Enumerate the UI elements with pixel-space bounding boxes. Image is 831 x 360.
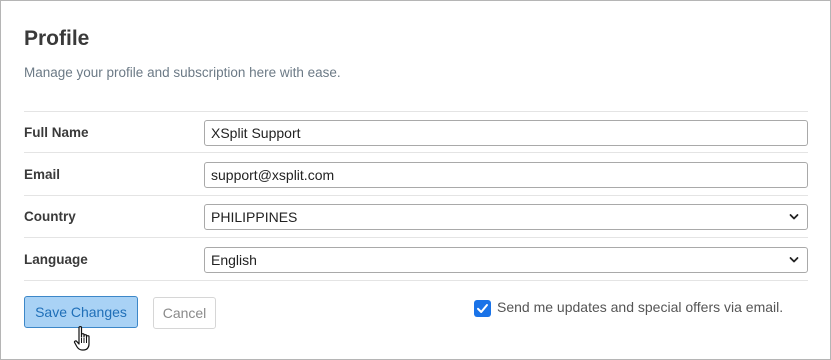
chevron-down-icon xyxy=(789,214,799,220)
page-subtitle: Manage your profile and subscription her… xyxy=(24,65,341,80)
language-select-value: English xyxy=(211,252,257,268)
language-label: Language xyxy=(24,252,88,267)
cancel-button[interactable]: Cancel xyxy=(153,297,216,329)
checkmark-icon xyxy=(477,304,488,313)
language-row: Language English xyxy=(24,239,808,281)
country-select[interactable]: PHILIPPINES xyxy=(204,204,808,230)
country-label: Country xyxy=(24,209,76,224)
save-changes-button[interactable]: Save Changes xyxy=(24,296,138,328)
hand-pointer-icon xyxy=(73,326,90,351)
email-label: Email xyxy=(24,167,61,182)
newsletter-label: Send me updates and special offers via e… xyxy=(497,299,784,315)
country-row: Country PHILIPPINES xyxy=(24,196,808,238)
email-input[interactable] xyxy=(204,162,808,188)
newsletter-checkbox[interactable] xyxy=(474,300,491,317)
full-name-row: Full Name xyxy=(24,111,808,153)
email-row: Email xyxy=(24,154,808,196)
country-select-value: PHILIPPINES xyxy=(211,209,298,225)
language-select[interactable]: English xyxy=(204,247,808,273)
profile-panel: Profile Manage your profile and subscrip… xyxy=(0,0,831,360)
full-name-label: Full Name xyxy=(24,125,89,140)
chevron-down-icon xyxy=(789,257,799,263)
page-title: Profile xyxy=(24,27,90,50)
full-name-input[interactable] xyxy=(204,120,808,146)
